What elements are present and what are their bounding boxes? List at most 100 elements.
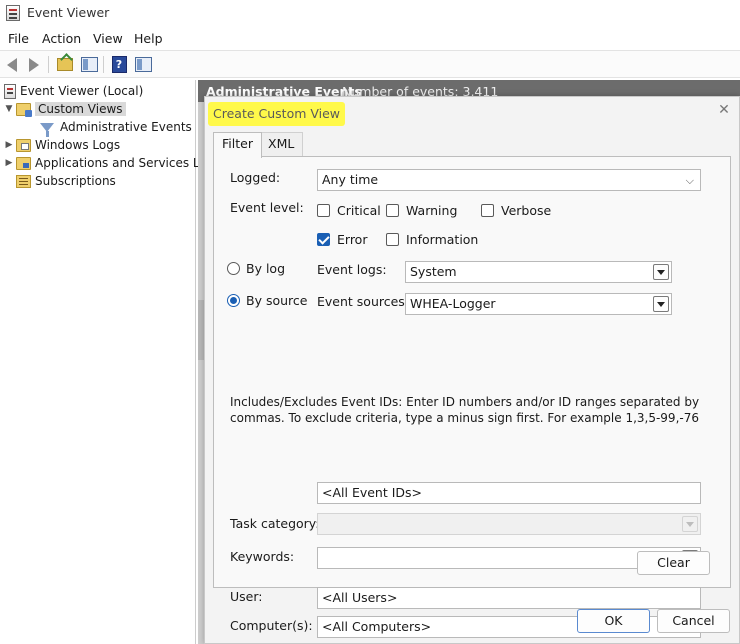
- computers-value: <All Computers>: [322, 619, 432, 634]
- up-folder-button[interactable]: [55, 55, 75, 74]
- windows-logs-folder-icon: [16, 138, 31, 152]
- subscriptions-icon: [16, 174, 31, 188]
- help-icon: ?: [111, 56, 127, 73]
- event-ids-description: Includes/Excludes Event IDs: Enter ID nu…: [230, 395, 700, 425]
- user-label: User:: [230, 589, 263, 604]
- error-label: Error: [337, 232, 368, 247]
- filter-panel: Logged: Any time ⌵ Event level: Critical…: [213, 156, 731, 638]
- keywords-label: Keywords:: [230, 549, 295, 564]
- computers-label: Computer(s):: [230, 618, 313, 633]
- verbose-label: Verbose: [501, 203, 552, 218]
- checkbox-box: [481, 204, 494, 217]
- tree-item-applications-and-services[interactable]: ▶ Applications and Services Lo: [4, 154, 207, 172]
- menu-action[interactable]: Action: [42, 31, 81, 46]
- event-level-label: Event level:: [230, 200, 304, 215]
- folder-up-icon: [57, 58, 73, 71]
- forward-arrow-icon: [29, 57, 39, 72]
- tree-item-root[interactable]: Event Viewer (Local): [4, 82, 143, 100]
- event-viewer-icon: [6, 5, 20, 21]
- menu-bar: File Action View Help: [0, 28, 740, 50]
- logged-value: Any time: [322, 172, 379, 187]
- window-title: Event Viewer: [27, 5, 110, 20]
- event-ids-input[interactable]: <All Event IDs>: [317, 482, 701, 504]
- event-sources-label: Event sources:: [317, 294, 410, 309]
- toolbar-separator: [103, 56, 104, 73]
- tab-filter[interactable]: Filter: [213, 132, 262, 158]
- event-logs-label: Event logs:: [317, 262, 387, 277]
- logged-select[interactable]: Any time ⌵: [317, 169, 701, 191]
- event-ids-value: <All Event IDs>: [322, 485, 423, 500]
- tree-item-label: Custom Views: [35, 102, 126, 116]
- by-source-label: By source: [246, 293, 308, 308]
- cancel-button[interactable]: Cancel: [657, 609, 730, 633]
- checkbox-box: [317, 204, 330, 217]
- tree-item-administrative-events[interactable]: Administrative Events: [40, 118, 192, 137]
- event-viewer-icon: [4, 83, 16, 99]
- chevron-right-icon[interactable]: ▶: [4, 140, 14, 150]
- create-custom-view-dialog: Create Custom View ✕ Filter XML Logged: …: [204, 96, 740, 644]
- checkbox-box: [386, 233, 399, 246]
- chevron-right-icon[interactable]: ▶: [4, 158, 14, 168]
- user-input[interactable]: <All Users>: [317, 587, 701, 609]
- chevron-down-icon[interactable]: ▼: [4, 104, 14, 114]
- dialog-title: Create Custom View: [208, 102, 346, 126]
- show-hide-tree-button[interactable]: [79, 55, 99, 74]
- show-hide-action-pane-button[interactable]: [133, 55, 153, 74]
- tree-item-label: Applications and Services Lo: [35, 156, 207, 170]
- event-sources-select[interactable]: WHEA-Logger: [405, 293, 672, 315]
- ok-button[interactable]: OK: [577, 609, 650, 633]
- dropdown-arrow-icon[interactable]: [682, 516, 698, 532]
- applications-folder-icon: [16, 156, 31, 170]
- radio-dot: [227, 294, 240, 307]
- information-checkbox[interactable]: Information: [386, 232, 478, 247]
- filter-funnel-icon: [40, 122, 54, 137]
- back-button[interactable]: [2, 55, 22, 74]
- custom-views-folder-icon: [16, 102, 32, 117]
- user-value: <All Users>: [322, 590, 398, 605]
- tab-xml[interactable]: XML: [259, 132, 304, 156]
- task-category-label: Task category:: [230, 516, 320, 531]
- dropdown-arrow-icon[interactable]: [653, 296, 669, 312]
- checkbox-box: [386, 204, 399, 217]
- logged-label: Logged:: [230, 170, 281, 185]
- tree-item-label: Subscriptions: [35, 174, 116, 188]
- by-log-radio[interactable]: By log: [227, 261, 285, 276]
- help-button[interactable]: ?: [109, 55, 129, 74]
- warning-label: Warning: [406, 203, 458, 218]
- warning-checkbox[interactable]: Warning: [386, 203, 457, 218]
- event-sources-value: WHEA-Logger: [410, 296, 496, 311]
- event-logs-value: System: [410, 264, 457, 279]
- chevron-down-icon: ⌵: [685, 174, 694, 187]
- tree-item-label: Event Viewer (Local): [20, 84, 144, 98]
- dropdown-arrow-icon[interactable]: [653, 264, 669, 280]
- tree-item-subscriptions[interactable]: Subscriptions: [16, 172, 116, 190]
- task-category-select[interactable]: [317, 513, 701, 535]
- forward-button[interactable]: [24, 55, 44, 74]
- error-checkbox[interactable]: Error: [317, 232, 367, 247]
- radio-dot: [227, 262, 240, 275]
- menu-help[interactable]: Help: [134, 31, 163, 46]
- close-icon[interactable]: ✕: [715, 101, 733, 119]
- information-label: Information: [406, 232, 479, 247]
- tree-item-label: Windows Logs: [35, 138, 121, 152]
- action-pane-icon: [134, 57, 152, 72]
- critical-label: Critical: [337, 203, 381, 218]
- tree-item-label: Administrative Events: [60, 120, 192, 134]
- toolbar: ?: [0, 50, 740, 78]
- critical-checkbox[interactable]: Critical: [317, 203, 381, 218]
- by-log-label: By log: [246, 261, 286, 276]
- verbose-checkbox[interactable]: Verbose: [481, 203, 551, 218]
- toolbar-separator: [48, 56, 49, 73]
- by-source-radio[interactable]: By source: [227, 293, 307, 308]
- event-logs-select[interactable]: System: [405, 261, 672, 283]
- clear-button[interactable]: Clear: [637, 551, 710, 575]
- checkbox-box: [317, 233, 330, 246]
- console-tree-icon: [80, 57, 98, 72]
- menu-file[interactable]: File: [8, 31, 29, 46]
- tree-item-windows-logs[interactable]: ▶ Windows Logs: [4, 136, 121, 154]
- title-bar: Event Viewer: [0, 0, 740, 26]
- back-arrow-icon: [7, 57, 17, 72]
- menu-view[interactable]: View: [93, 31, 123, 46]
- tree-item-custom-views[interactable]: ▼ Custom Views: [4, 100, 126, 118]
- navigation-tree: Event Viewer (Local) ▼ Custom Views Admi…: [0, 80, 207, 644]
